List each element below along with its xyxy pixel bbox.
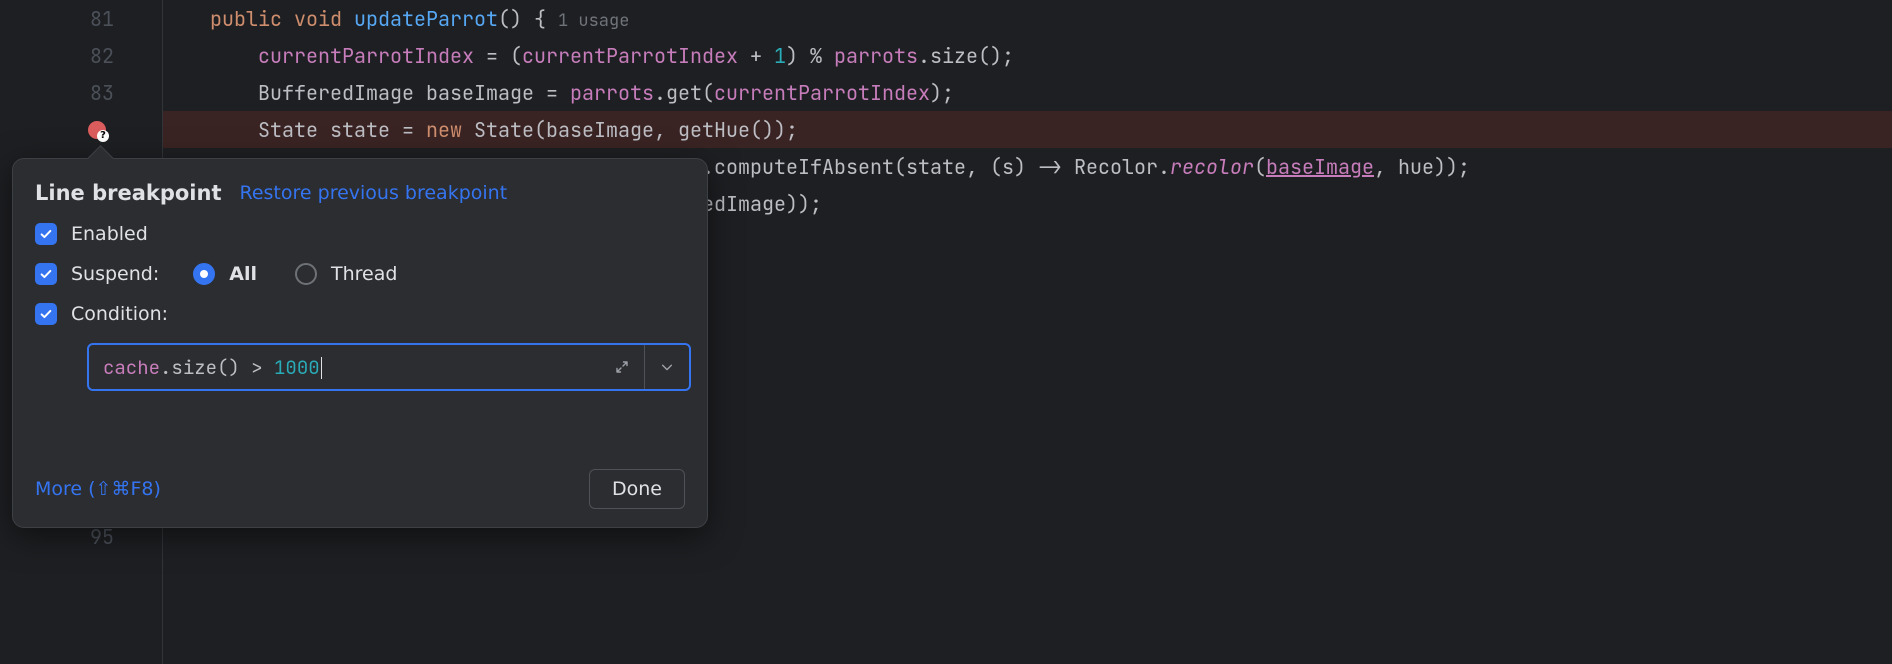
line-number[interactable]: 81 xyxy=(0,6,162,32)
popup-footer: More (⇧⌘F8) Done xyxy=(35,469,685,509)
suspend-all-label: All xyxy=(229,263,257,285)
condition-checkbox[interactable] xyxy=(35,303,57,325)
condition-input[interactable]: cache.size() > 1000 xyxy=(87,343,691,391)
condition-label: Condition: xyxy=(71,303,168,325)
code-line: 81 public void updateParrot() {1 usage xyxy=(0,0,1892,37)
done-button[interactable]: Done xyxy=(589,469,685,509)
more-link[interactable]: More (⇧⌘F8) xyxy=(35,478,161,500)
enabled-label: Enabled xyxy=(71,223,148,245)
enabled-row: Enabled xyxy=(35,223,685,245)
suspend-row: Suspend: All Thread xyxy=(35,263,685,285)
restore-breakpoint-link[interactable]: Restore previous breakpoint xyxy=(240,182,508,204)
popup-header: Line breakpoint Restore previous breakpo… xyxy=(35,181,685,205)
code-editor[interactable]: 81 public void updateParrot() {1 usage 8… xyxy=(0,0,1892,664)
suspend-thread-label: Thread xyxy=(331,263,397,285)
suspend-checkbox[interactable] xyxy=(35,263,57,285)
check-icon xyxy=(39,267,53,281)
usages-hint[interactable]: 1 usage xyxy=(546,10,629,32)
text-cursor xyxy=(321,357,322,379)
suspend-label: Suspend: xyxy=(71,263,159,285)
code-line: 83 BufferedImage baseImage = parrots.get… xyxy=(0,74,1892,111)
condition-row: Condition: xyxy=(35,303,685,325)
suspend-all-radio[interactable] xyxy=(193,263,215,285)
check-icon xyxy=(39,307,53,321)
line-number[interactable]: 82 xyxy=(0,43,162,69)
popup-title: Line breakpoint xyxy=(35,181,222,205)
enabled-checkbox[interactable] xyxy=(35,223,57,245)
condition-text[interactable]: cache.size() > 1000 xyxy=(89,355,600,380)
breakpoint-icon[interactable] xyxy=(88,121,106,139)
chevron-down-icon[interactable] xyxy=(645,345,689,389)
check-icon xyxy=(39,227,53,241)
line-number[interactable]: 83 xyxy=(0,80,162,106)
expand-icon[interactable] xyxy=(600,345,644,389)
code-line-breakpoint: State state = new State(baseImage, getHu… xyxy=(0,111,1892,148)
breakpoint-popup: Line breakpoint Restore previous breakpo… xyxy=(12,158,708,528)
suspend-thread-radio[interactable] xyxy=(295,263,317,285)
code-line: 82 currentParrotIndex = (currentParrotIn… xyxy=(0,37,1892,74)
